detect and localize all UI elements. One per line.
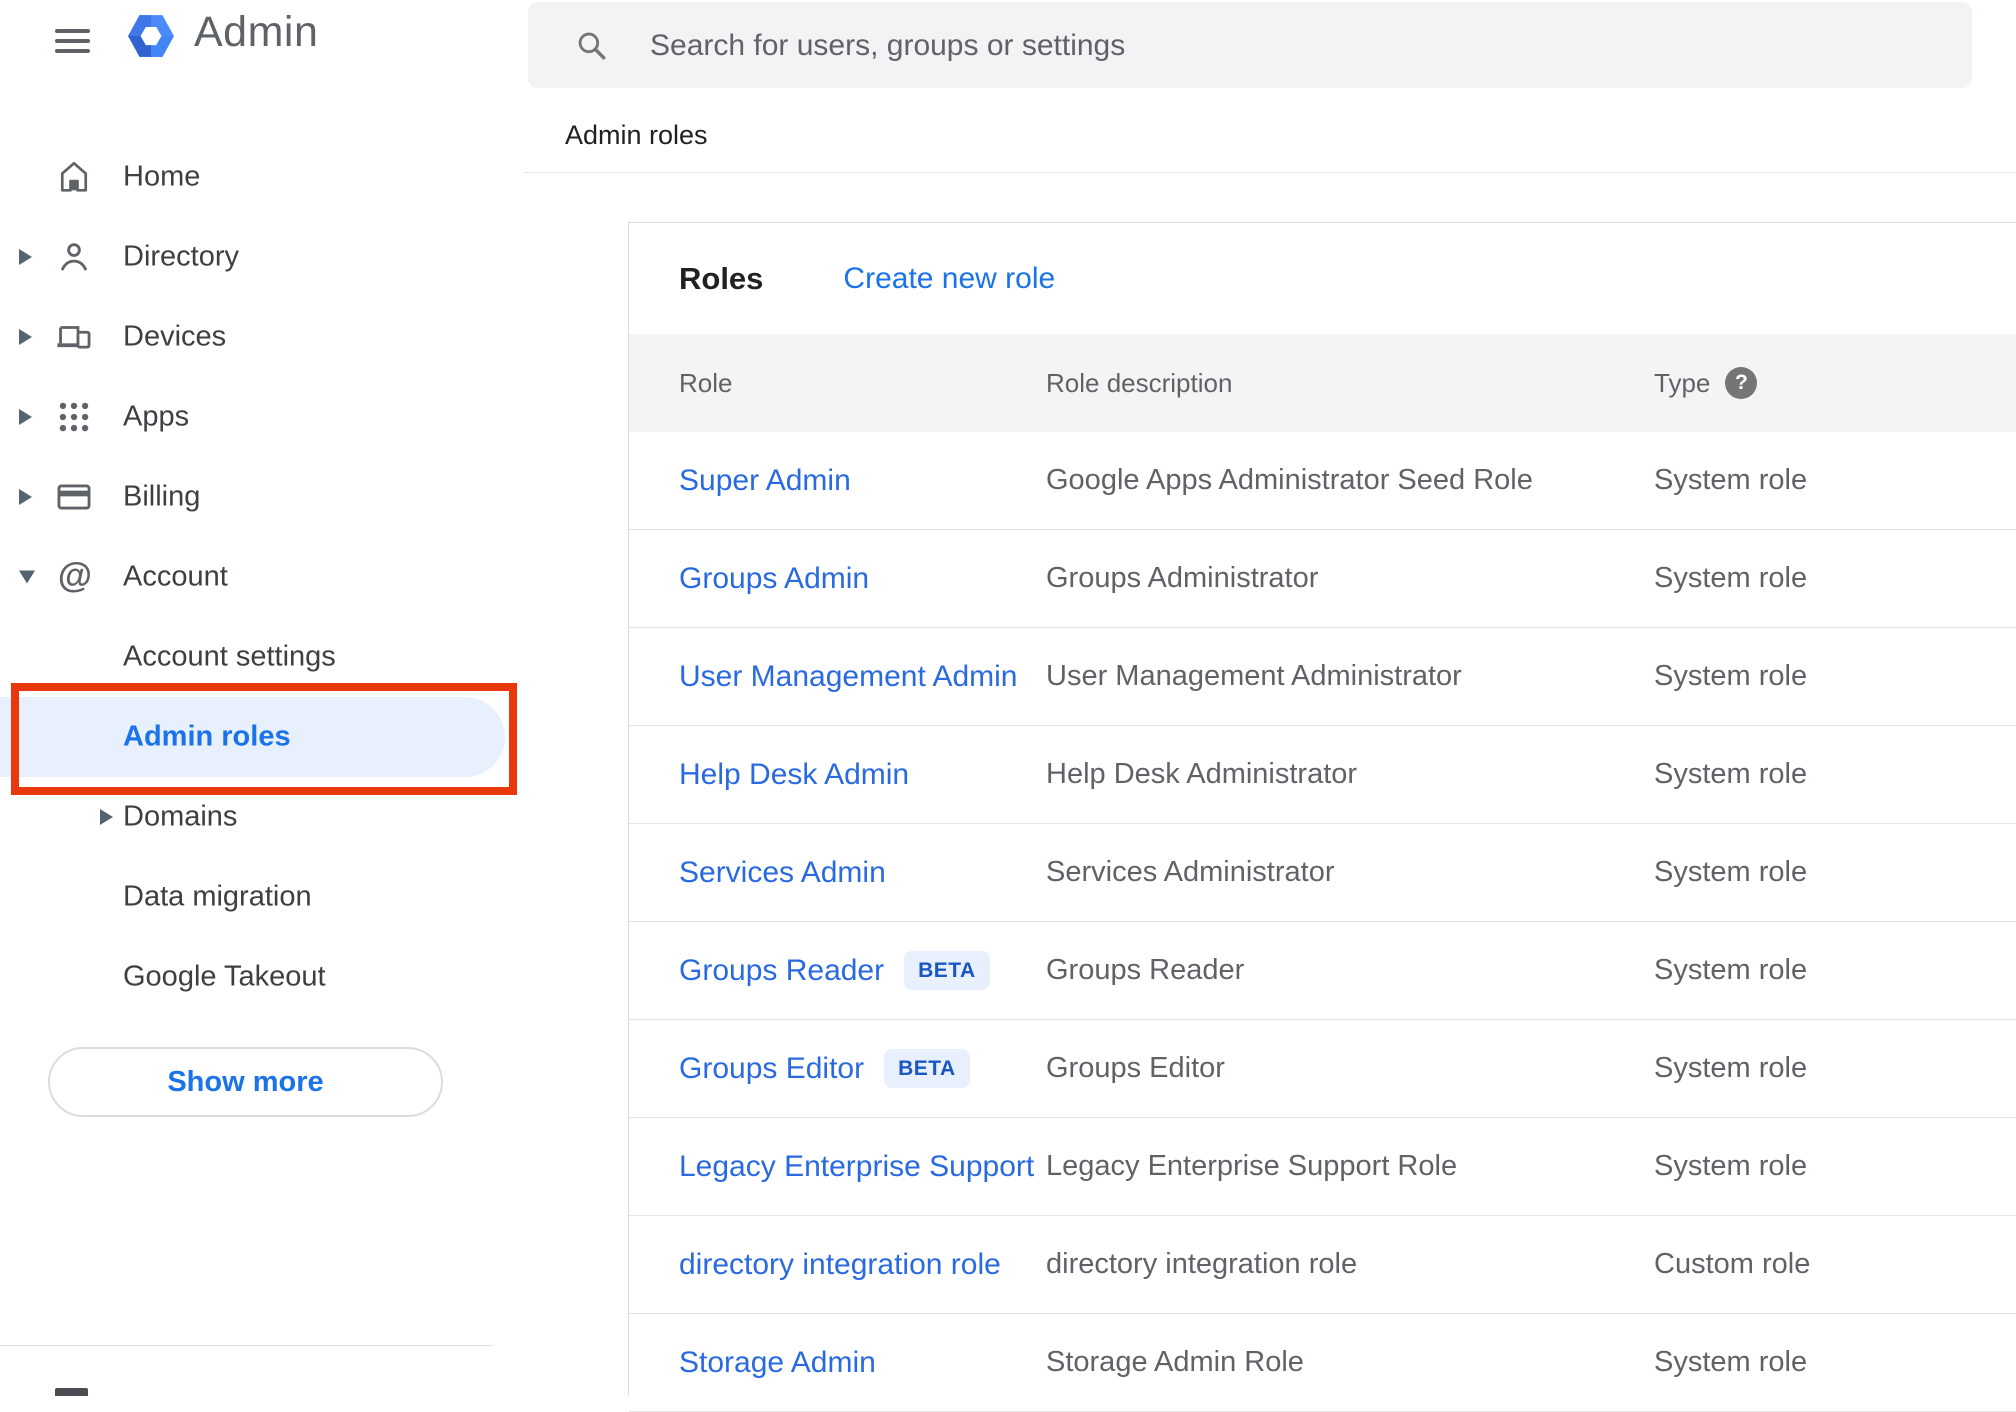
- home-icon: [55, 158, 93, 196]
- column-header-type: Type ?: [1654, 367, 2016, 399]
- role-link[interactable]: Groups Editor: [679, 1052, 864, 1086]
- role-description: Storage Admin Role: [1046, 1346, 1304, 1378]
- admin-logo-icon: [128, 15, 174, 57]
- role-description: Services Administrator: [1046, 856, 1335, 888]
- role-description: Groups Editor: [1046, 1052, 1225, 1084]
- search-input[interactable]: [648, 2, 1892, 90]
- expand-arrow-icon[interactable]: [19, 409, 32, 425]
- devices-icon: [55, 318, 93, 356]
- create-new-role-link[interactable]: Create new role: [843, 262, 1055, 296]
- sidebar-item-apps[interactable]: Apps: [0, 377, 524, 457]
- expand-arrow-icon[interactable]: [19, 249, 32, 265]
- role-link[interactable]: Services Admin: [679, 856, 886, 890]
- app-title: Admin: [194, 8, 319, 56]
- role-description: Groups Administrator: [1046, 562, 1319, 594]
- table-row: User Management Admin User Management Ad…: [629, 628, 2016, 726]
- billing-card-icon: [55, 478, 93, 516]
- role-link[interactable]: Super Admin: [679, 464, 851, 498]
- table-row: Groups Editor BETA Groups Editor System …: [629, 1020, 2016, 1118]
- person-icon: [55, 238, 93, 276]
- role-description: User Management Administrator: [1046, 660, 1462, 692]
- role-link[interactable]: Help Desk Admin: [679, 758, 909, 792]
- table-row: Storage Admin Storage Admin Role System …: [629, 1314, 2016, 1412]
- svg-text:@: @: [58, 558, 92, 595]
- search-bar[interactable]: [528, 2, 1972, 90]
- main-content: Admin roles Roles Create new role Role R…: [524, 0, 2016, 1412]
- help-icon[interactable]: ?: [1725, 367, 1758, 399]
- role-type: System role: [1654, 1150, 1808, 1182]
- sidebar-item-devices[interactable]: Devices: [0, 297, 524, 377]
- partial-bottom-icon: [55, 1388, 88, 1396]
- table-header-row: Role Role description Type ?: [629, 334, 2016, 432]
- sidebar-item-billing[interactable]: Billing: [0, 457, 524, 537]
- role-description: Help Desk Administrator: [1046, 758, 1358, 790]
- beta-badge: BETA: [884, 1049, 970, 1088]
- table-row: Super Admin Google Apps Administrator Se…: [629, 432, 2016, 530]
- role-link[interactable]: Storage Admin: [679, 1346, 876, 1380]
- sidebar-item-google-takeout[interactable]: Google Takeout: [0, 937, 524, 1017]
- role-type: System role: [1654, 562, 1808, 594]
- role-link[interactable]: Groups Reader: [679, 954, 884, 988]
- sidebar-item-account-settings[interactable]: Account settings: [0, 617, 524, 697]
- table-row: Groups Reader BETA Groups Reader System …: [629, 922, 2016, 1020]
- role-type: System role: [1654, 1052, 1808, 1084]
- role-link[interactable]: Groups Admin: [679, 562, 869, 596]
- expand-arrow-icon[interactable]: [19, 570, 35, 584]
- table-body: Super Admin Google Apps Administrator Se…: [629, 432, 2016, 1412]
- role-description: Google Apps Administrator Seed Role: [1046, 464, 1533, 496]
- role-type: System role: [1654, 758, 1808, 790]
- table-row: directory integration role directory int…: [629, 1216, 2016, 1314]
- roles-card-header: Roles Create new role: [629, 223, 2016, 334]
- role-link[interactable]: Legacy Enterprise Support: [679, 1150, 1034, 1184]
- search-icon: [578, 32, 606, 60]
- roles-title: Roles: [679, 260, 764, 296]
- sidebar-item-data-migration[interactable]: Data migration: [0, 857, 524, 937]
- sidebar-item-domains[interactable]: Domains: [0, 777, 524, 857]
- breadcrumb: Admin roles: [565, 120, 708, 150]
- sidebar-item-directory[interactable]: Directory: [0, 217, 524, 297]
- menu-icon[interactable]: [55, 29, 90, 53]
- apps-grid-icon: [55, 398, 93, 436]
- column-header-role-description: Role description: [1046, 367, 1233, 398]
- column-header-role: Role: [679, 367, 733, 398]
- table-row: Help Desk Admin Help Desk Administrator …: [629, 726, 2016, 824]
- sidebar: Admin Home Directory Devices Apps Billin…: [0, 0, 524, 1396]
- role-link[interactable]: User Management Admin: [679, 660, 1018, 694]
- role-type: System role: [1654, 464, 1808, 496]
- sidebar-item-account[interactable]: @ Account: [0, 537, 524, 617]
- show-more-button[interactable]: Show more: [48, 1047, 443, 1117]
- sidebar-item-home[interactable]: Home: [0, 137, 524, 217]
- table-row: Groups Admin Groups Administrator System…: [629, 530, 2016, 628]
- role-link[interactable]: directory integration role: [679, 1248, 1001, 1282]
- beta-badge: BETA: [904, 951, 990, 990]
- header-divider: [524, 172, 2016, 173]
- expand-arrow-icon[interactable]: [19, 489, 32, 505]
- table-row: Legacy Enterprise Support Legacy Enterpr…: [629, 1118, 2016, 1216]
- role-description: Legacy Enterprise Support Role: [1046, 1150, 1458, 1182]
- roles-card: Roles Create new role Role Role descript…: [628, 222, 2016, 1412]
- role-type: System role: [1654, 856, 1808, 888]
- role-description: Groups Reader: [1046, 954, 1245, 986]
- role-description: directory integration role: [1046, 1248, 1358, 1280]
- expand-arrow-icon[interactable]: [100, 809, 113, 825]
- role-type: Custom role: [1654, 1248, 1811, 1280]
- at-sign-icon: @: [55, 556, 93, 596]
- app-header: Admin: [0, 0, 524, 72]
- table-row: Services Admin Services Administrator Sy…: [629, 824, 2016, 922]
- sidebar-item-admin-roles[interactable]: Admin roles: [0, 697, 524, 777]
- sidebar-divider: [0, 1345, 493, 1346]
- sidebar-nav: Home Directory Devices Apps Billing @ Ac…: [0, 137, 524, 1017]
- role-type: System role: [1654, 1346, 1808, 1378]
- role-type: System role: [1654, 954, 1808, 986]
- expand-arrow-icon[interactable]: [19, 329, 32, 345]
- role-type: System role: [1654, 660, 1808, 692]
